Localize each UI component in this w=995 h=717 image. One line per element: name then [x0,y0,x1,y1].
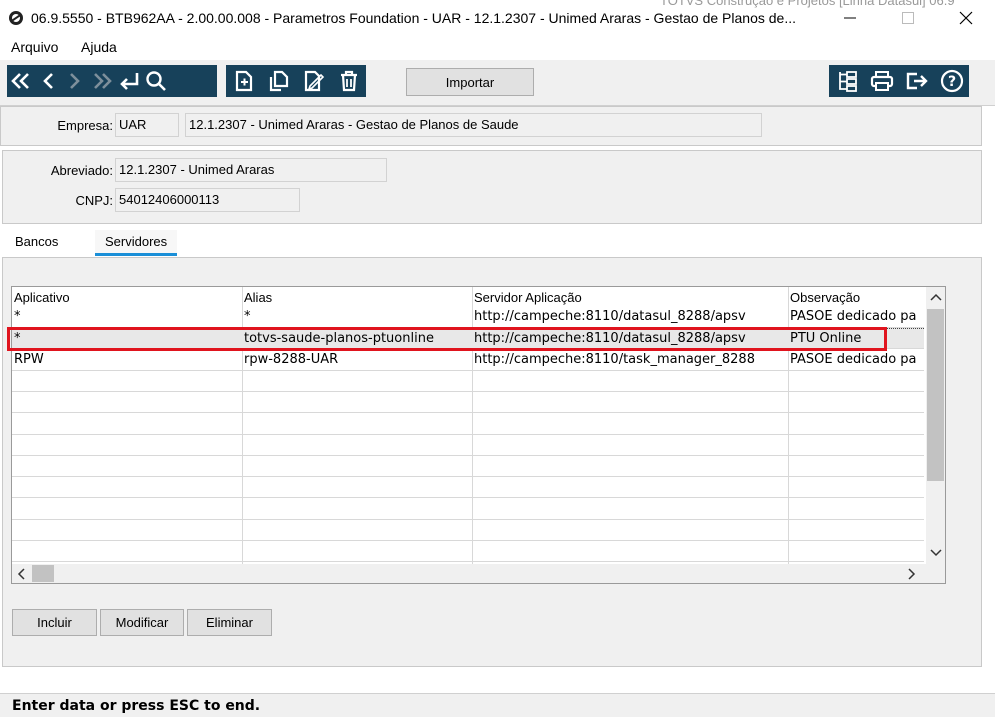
cnpj-label: CNPJ: [75,193,113,208]
horizontal-scrollbar[interactable] [12,564,945,583]
minimize-icon [844,17,856,19]
cnpj-field[interactable]: 54012406000113 [115,188,300,212]
table-row[interactable] [12,456,924,478]
maximize-button[interactable] [879,0,937,36]
maximize-icon [902,12,914,24]
scroll-down-icon[interactable] [930,549,942,557]
table-cell: * [14,309,21,324]
table-row[interactable] [12,392,924,414]
table-row[interactable] [12,541,924,563]
table-row[interactable] [12,435,924,456]
table-row[interactable] [12,414,924,435]
column-header-servidor[interactable]: Servidor Aplicação [474,290,582,305]
table-cell: http://campeche:8110/datasul_8288/apsv [474,331,746,347]
empresa-name-field: 12.1.2307 - Unimed Araras - Gestao de Pl… [185,113,762,137]
utility-group: ? [829,65,969,97]
delete-icon[interactable] [335,66,362,96]
prev-icon[interactable] [34,66,61,96]
empresa-label: Empresa: [57,118,113,133]
print-icon[interactable] [868,66,895,96]
table-cell: totvs-saude-planos-ptuonline [244,331,434,347]
copy-icon[interactable] [265,66,292,96]
next-icon[interactable] [61,66,88,96]
table-cell: * [14,331,21,347]
table-cell: http://campeche:8110/datasul_8288/apsv [474,309,746,324]
table-row[interactable] [12,520,924,541]
table-row[interactable] [12,371,924,392]
table-cell: PASOE dedicado pa [790,309,917,324]
table-cell: rpw-8288-UAR [244,351,339,367]
servidores-grid: Aplicativo Alias Servidor Aplicação Obse… [11,286,946,584]
return-icon[interactable] [115,66,142,96]
close-button[interactable] [937,0,995,36]
column-header-observacao[interactable]: Observação [790,290,860,305]
table-row[interactable] [12,477,924,499]
status-bar: Enter data or press ESC to end. [0,693,995,717]
table-row[interactable] [12,499,924,520]
menu-bar: Arquivo Ajuda [0,36,995,60]
modificar-button[interactable]: Modificar [100,609,184,636]
eliminar-button[interactable]: Eliminar [187,609,272,636]
horizontal-scroll-thumb[interactable] [32,565,54,582]
table-row[interactable]: RPW rpw-8288-UAR http://campeche:8110/task… [12,350,924,371]
menu-ajuda[interactable]: Ajuda [81,39,117,55]
exit-icon[interactable] [903,66,930,96]
column-header-alias[interactable]: Alias [244,290,272,305]
menu-arquivo[interactable]: Arquivo [11,39,58,55]
navigation-group [7,65,217,97]
importar-button[interactable]: Importar [406,68,534,96]
vertical-scrollbar[interactable] [926,287,945,565]
title-bar: TOTVS Construção e Projetos [Linha Datas… [0,0,995,36]
tree-icon[interactable] [833,66,860,96]
abreviado-field[interactable]: 12.1.2307 - Unimed Araras [115,158,387,182]
table-cell: * [244,309,251,324]
app-logo-icon [9,11,23,25]
incluir-button[interactable]: Incluir [12,609,97,636]
toolbar: Importar ? [0,60,995,106]
scroll-up-icon[interactable] [930,293,942,301]
table-cell: PTU Online [790,331,862,347]
column-header-aplicativo[interactable]: Aplicativo [14,290,70,305]
edit-group [226,65,366,97]
tab-bancos[interactable]: Bancos [5,230,68,253]
table-row[interactable]: * * http://campeche:8110/datasul_8288/apsv… [12,307,924,328]
window-title: 06.9.5550 - BTB962AA - 2.00.00.008 - Par… [31,10,796,26]
tab-servidores[interactable]: Servidores [95,230,178,256]
status-text: Enter data or press ESC to end. [12,698,261,714]
scroll-left-icon[interactable] [17,568,25,580]
table-cell: RPW [14,351,44,367]
close-icon [959,11,973,25]
help-icon[interactable]: ? [938,66,965,96]
scroll-right-icon[interactable] [908,568,916,580]
table-cell: http://campeche:8110/task_manager_8288 [474,351,755,367]
minimize-button[interactable] [821,0,879,36]
svg-text:?: ? [947,74,955,90]
table-cell: PASOE dedicado pa [790,351,917,367]
abreviado-label: Abreviado: [50,163,113,178]
empresa-code-field[interactable]: UAR [115,113,179,137]
table-row[interactable]: * totvs-saude-planos-ptuonline http://camp… [12,328,924,350]
vertical-scroll-thumb[interactable] [927,309,944,481]
last-icon[interactable] [88,66,115,96]
edit-icon[interactable] [300,66,327,96]
search-icon[interactable] [142,66,169,96]
add-icon[interactable] [230,66,257,96]
first-icon[interactable] [7,66,34,96]
